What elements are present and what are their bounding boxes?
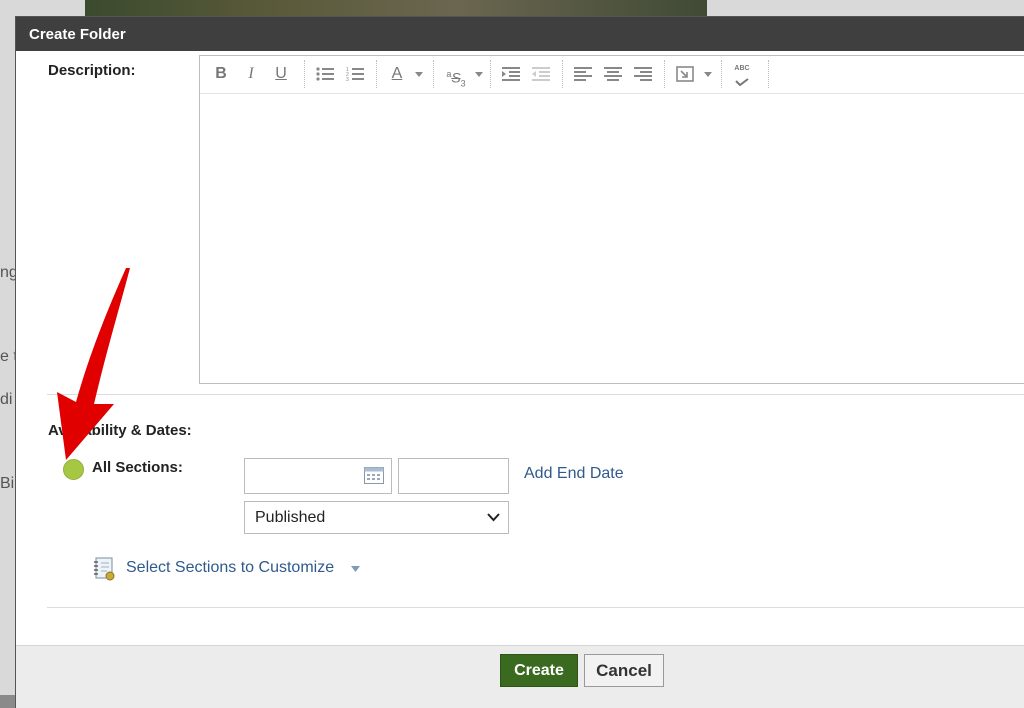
checkmark-icon	[735, 78, 749, 86]
caret-down-icon[interactable]	[351, 566, 360, 572]
toolbar-group-text-style: B I U	[200, 60, 305, 88]
font-color-button[interactable]: A	[386, 62, 408, 86]
toolbar-group-script: aS3	[433, 60, 491, 88]
status-select-value: Published	[255, 509, 326, 526]
editor-body[interactable]	[200, 94, 1024, 383]
dialog-footer: Create Cancel	[16, 645, 1024, 708]
calendar-icon[interactable]	[364, 467, 384, 484]
description-label: Description:	[48, 62, 136, 79]
description-editor[interactable]: B I U 123 A aS3 ABC	[199, 55, 1024, 384]
align-right-icon[interactable]	[632, 62, 654, 86]
dialog-title: Create Folder	[29, 26, 126, 43]
toolbar-group-insert	[664, 60, 722, 88]
insert-content-icon[interactable]	[674, 62, 696, 86]
chevron-down-icon	[487, 513, 500, 522]
bold-button[interactable]: B	[210, 62, 232, 86]
toolbar-group-align	[562, 60, 665, 88]
toolbar-group-font-color: A	[376, 60, 434, 88]
spellcheck-abc-text: ABC	[734, 65, 750, 72]
toolbar-group-spellcheck: ABC	[721, 60, 769, 88]
outdent-icon[interactable]	[530, 62, 552, 86]
italic-button[interactable]: I	[240, 62, 262, 86]
select-sections-link[interactable]: Select Sections to Customize	[126, 559, 334, 577]
status-select[interactable]: Published	[244, 501, 509, 534]
subscript-glyph: 3	[460, 78, 466, 89]
underline-button[interactable]: U	[270, 62, 292, 86]
cancel-button[interactable]: Cancel	[584, 654, 664, 687]
numbered-list-icon[interactable]: 123	[344, 62, 366, 86]
start-time-input[interactable]	[398, 458, 509, 494]
align-center-icon[interactable]	[602, 62, 624, 86]
toolbar-group-lists: 123	[304, 60, 377, 88]
strike-glyph: S	[451, 69, 461, 86]
script-dropdown-icon[interactable]	[475, 72, 483, 77]
section-divider	[47, 607, 1024, 608]
svg-text:3: 3	[346, 77, 349, 82]
align-left-icon[interactable]	[572, 62, 594, 86]
background-image	[85, 0, 707, 16]
start-date-input[interactable]	[244, 458, 392, 494]
background-text-fragment: Bi	[0, 475, 15, 492]
bullet-list-icon[interactable]	[314, 62, 336, 86]
annotation-arrow-icon	[57, 268, 130, 460]
add-end-date-link[interactable]: Add End Date	[524, 465, 624, 483]
sections-notebook-icon	[94, 557, 115, 581]
dialog-title-bar: Create Folder	[16, 17, 1024, 51]
script-button[interactable]: aS3	[441, 62, 471, 89]
font-color-dropdown-icon[interactable]	[415, 72, 423, 77]
spellcheck-button[interactable]: ABC	[731, 62, 753, 86]
section-divider	[47, 394, 1024, 395]
create-folder-dialog: Create Folder Description: B I U 123 A a…	[15, 16, 1024, 708]
create-button[interactable]: Create	[500, 654, 578, 687]
insert-dropdown-icon[interactable]	[704, 72, 712, 77]
background-text-fragment: di	[0, 391, 13, 408]
indent-icon[interactable]	[500, 62, 522, 86]
editor-toolbar: B I U 123 A aS3 ABC	[200, 56, 1024, 94]
toolbar-group-indent	[490, 60, 563, 88]
